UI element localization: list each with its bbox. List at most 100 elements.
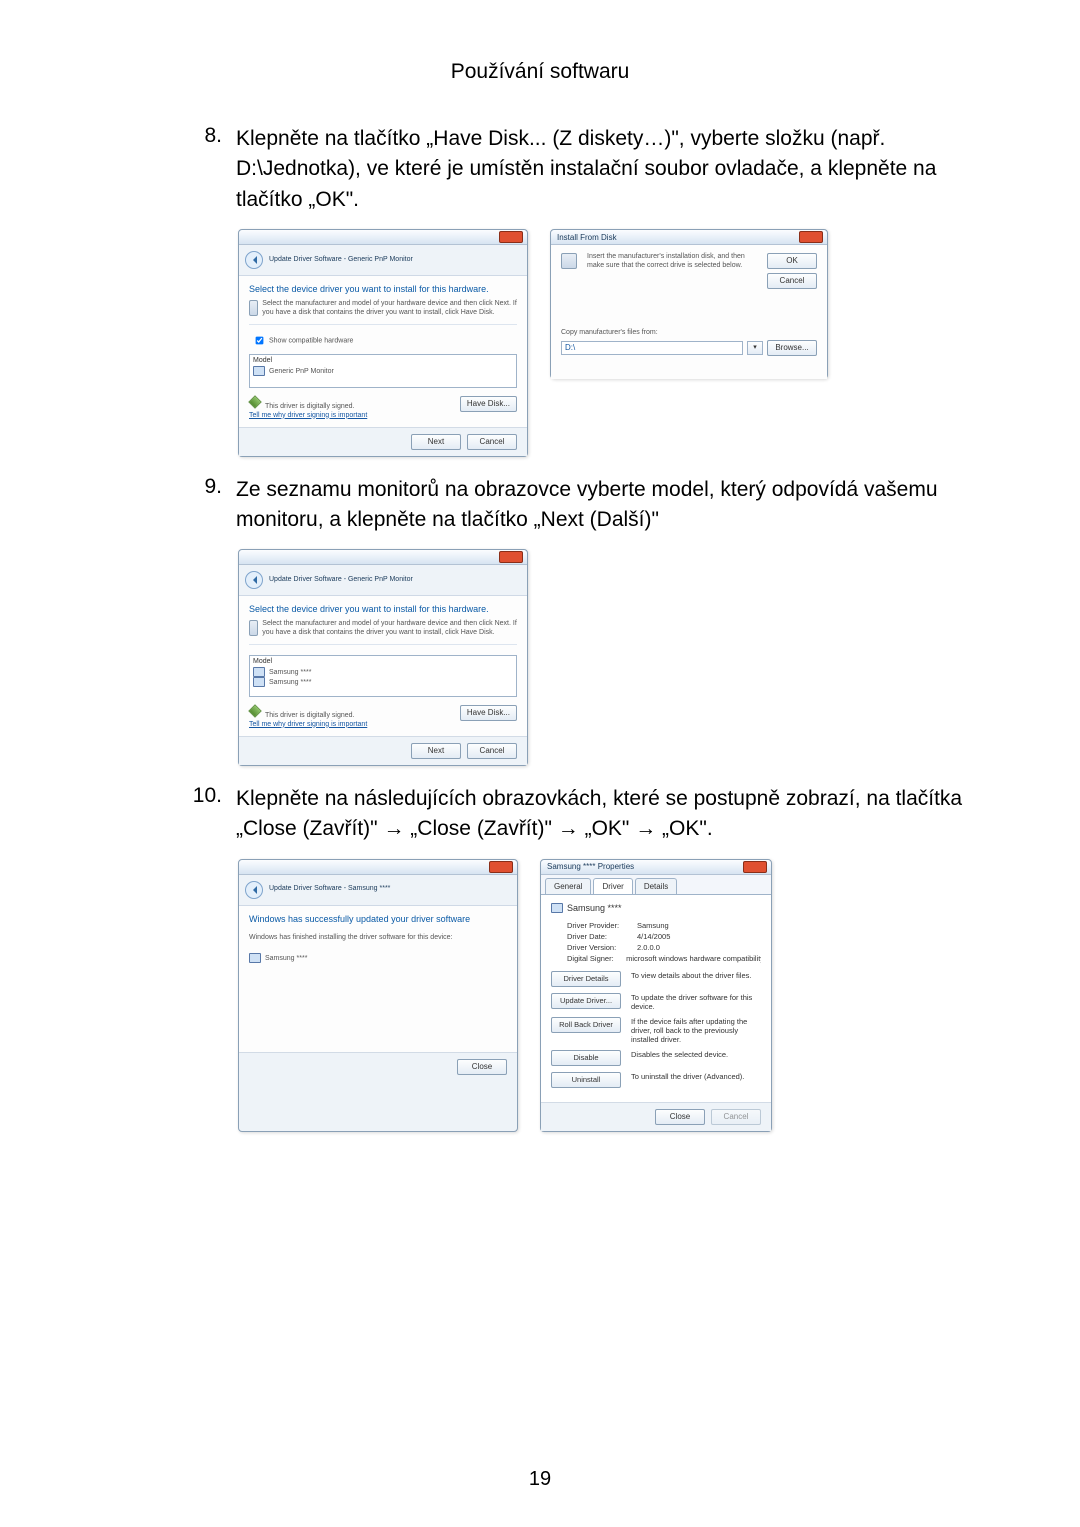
monitor-icon	[253, 677, 265, 687]
close-icon[interactable]	[499, 231, 523, 243]
date-label: Driver Date:	[567, 932, 637, 941]
driver-signing-link[interactable]: Tell me why driver signing is important	[249, 412, 367, 419]
next-button[interactable]: Next	[411, 743, 461, 759]
disable-button[interactable]: Disable	[551, 1050, 621, 1066]
rollback-driver-button[interactable]: Roll Back Driver	[551, 1017, 621, 1033]
driver-signing-link[interactable]: Tell me why driver signing is important	[249, 721, 367, 728]
step-8-figures: Update Driver Software - Generic PnP Mon…	[238, 229, 980, 456]
next-button[interactable]: Next	[411, 434, 461, 450]
have-disk-button[interactable]: Have Disk...	[460, 705, 517, 721]
monitor-icon	[551, 903, 563, 913]
disk-icon	[561, 253, 577, 269]
step-number: 10.	[180, 784, 222, 845]
model-list-item[interactable]: Generic PnP Monitor	[269, 367, 334, 374]
properties-tabs: General Driver Details	[541, 875, 771, 895]
version-value: 2.0.0.0	[637, 943, 660, 952]
step-number: 8.	[180, 124, 222, 215]
tab-general[interactable]: General	[545, 878, 591, 894]
device-name: Samsung ****	[567, 903, 622, 913]
back-button[interactable]	[245, 251, 263, 269]
chevron-down-icon[interactable]: ▾	[747, 341, 763, 355]
back-button[interactable]	[245, 881, 263, 899]
copy-from-label: Copy manufacturer's files from:	[561, 329, 817, 338]
breadcrumb: Update Driver Software - Generic PnP Mon…	[269, 576, 413, 585]
page-title: Používání softwaru	[100, 60, 980, 84]
signer-label: Digital Signer:	[567, 954, 626, 963]
breadcrumb: Update Driver Software - Generic PnP Mon…	[269, 256, 413, 265]
wizard-desc: Select the manufacturer and model of you…	[262, 300, 517, 318]
provider-label: Driver Provider:	[567, 921, 637, 930]
monitor-icon	[249, 953, 261, 963]
window-title: Samsung **** Properties	[547, 862, 741, 871]
install-from-disk-window: Install From Disk Insert the manufacture…	[550, 229, 828, 379]
shield-icon	[248, 704, 262, 718]
driver-details-desc: To view details about the driver files.	[631, 971, 751, 980]
version-label: Driver Version:	[567, 943, 637, 952]
finished-text: Windows has finished installing the driv…	[249, 934, 507, 943]
wizard-heading: Select the device driver you want to ins…	[249, 604, 517, 614]
ok-button[interactable]: OK	[767, 253, 817, 269]
disable-desc: Disables the selected device.	[631, 1050, 728, 1059]
breadcrumb: Update Driver Software - Samsung ****	[269, 885, 390, 894]
monitor-icon	[253, 366, 265, 376]
wizard-desc: Select the manufacturer and model of you…	[262, 620, 517, 638]
close-button[interactable]: Close	[655, 1109, 705, 1125]
update-driver-wizard-window: Update Driver Software - Generic PnP Mon…	[238, 229, 528, 456]
close-icon[interactable]	[799, 231, 823, 243]
shield-icon	[248, 395, 262, 409]
window-title: Install From Disk	[557, 233, 797, 242]
driver-signed-label: This driver is digitally signed.	[265, 712, 354, 719]
close-icon[interactable]	[499, 551, 523, 563]
uninstall-button[interactable]: Uninstall	[551, 1072, 621, 1088]
uninstall-desc: To uninstall the driver (Advanced).	[631, 1072, 744, 1081]
wizard-heading: Windows has successfully updated your dr…	[249, 914, 507, 924]
disk-icon	[249, 300, 258, 316]
tab-driver[interactable]: Driver	[593, 878, 632, 894]
close-icon[interactable]	[743, 861, 767, 873]
install-disk-desc: Insert the manufacturer's installation d…	[587, 253, 761, 289]
model-column-header: Model	[253, 658, 513, 667]
update-driver-success-window: Update Driver Software - Samsung **** Wi…	[238, 859, 518, 1132]
close-button[interactable]: Close	[457, 1059, 507, 1075]
document-page: Používání softwaru 8. Klepněte na tlačít…	[0, 0, 1080, 1527]
browse-button[interactable]: Browse...	[767, 340, 817, 356]
rollback-driver-desc: If the device fails after updating the d…	[631, 1017, 761, 1044]
cancel-button[interactable]: Cancel	[467, 434, 517, 450]
device-name: Samsung ****	[265, 955, 307, 962]
step-9-figures: Update Driver Software - Generic PnP Mon…	[238, 549, 980, 765]
model-list-item[interactable]: Samsung ****	[269, 679, 311, 686]
disk-icon	[249, 620, 258, 636]
page-number: 19	[0, 1468, 1080, 1491]
update-driver-button[interactable]: Update Driver...	[551, 993, 621, 1009]
step-number: 9.	[180, 475, 222, 536]
provider-value: Samsung	[637, 921, 669, 930]
cancel-button: Cancel	[711, 1109, 761, 1125]
path-input[interactable]: D:\	[561, 341, 743, 355]
back-button[interactable]	[245, 571, 263, 589]
close-icon[interactable]	[489, 861, 513, 873]
model-list-item[interactable]: Samsung ****	[269, 669, 311, 676]
cancel-button[interactable]: Cancel	[767, 273, 817, 289]
wizard-heading: Select the device driver you want to ins…	[249, 284, 517, 294]
date-value: 4/14/2005	[637, 932, 670, 941]
signer-value: microsoft windows hardware compatibility…	[626, 954, 761, 963]
step-10: 10. Klepněte na následujících obrazovkác…	[180, 784, 980, 845]
model-column-header: Model	[253, 357, 513, 366]
step-text: Klepněte na následujících obrazovkách, k…	[236, 784, 980, 845]
cancel-button[interactable]: Cancel	[467, 743, 517, 759]
have-disk-button[interactable]: Have Disk...	[460, 396, 517, 412]
show-compatible-label: Show compatible hardware	[269, 337, 353, 344]
show-compatible-checkbox[interactable]	[256, 336, 264, 344]
tab-details[interactable]: Details	[635, 878, 677, 894]
monitor-icon	[253, 667, 265, 677]
step-8: 8. Klepněte na tlačítko „Have Disk... (Z…	[180, 124, 980, 215]
step-10-figures: Update Driver Software - Samsung **** Wi…	[238, 859, 980, 1132]
device-properties-window: Samsung **** Properties General Driver D…	[540, 859, 772, 1132]
step-text: Klepněte na tlačítko „Have Disk... (Z di…	[236, 124, 980, 215]
step-9: 9. Ze seznamu monitorů na obrazovce vybe…	[180, 475, 980, 536]
driver-details-button[interactable]: Driver Details	[551, 971, 621, 987]
step-text: Ze seznamu monitorů na obrazovce vyberte…	[236, 475, 980, 536]
driver-signed-label: This driver is digitally signed.	[265, 403, 354, 410]
update-driver-wizard-window: Update Driver Software - Generic PnP Mon…	[238, 549, 528, 765]
update-driver-desc: To update the driver software for this d…	[631, 993, 761, 1011]
